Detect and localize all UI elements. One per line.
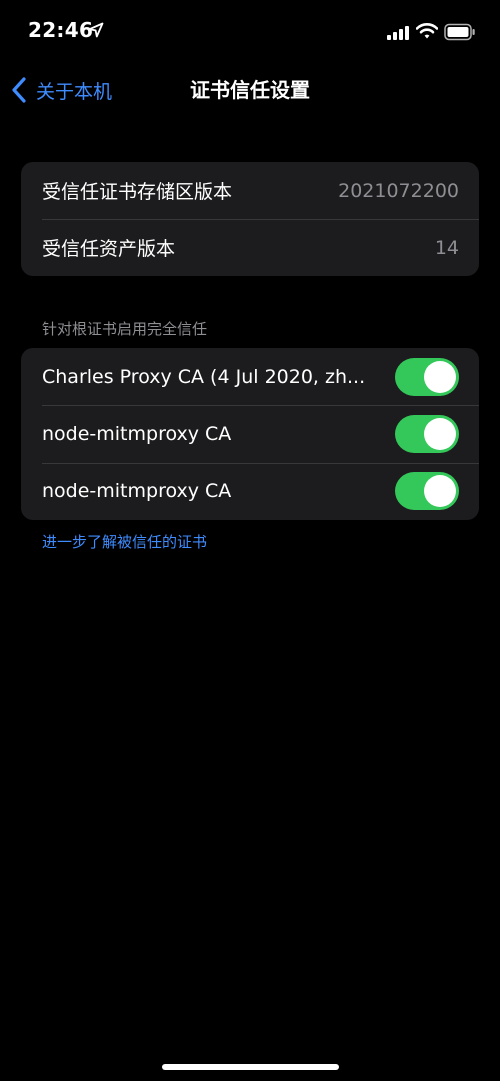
trust-asset-version-row: 受信任资产版本 14 [21,219,479,276]
certificate-trust-toggle[interactable] [395,357,459,396]
certificate-row: Charles Proxy CA (4 Jul 2020, zh... [21,348,479,405]
trust-asset-version-label: 受信任资产版本 [42,238,176,260]
certificate-row: node-mitmproxy CA [21,405,479,462]
certificate-trust-toggle[interactable] [395,414,459,453]
status-bar: 22:46 [0,0,500,64]
toggle-knob [424,475,456,508]
certificate-name: Charles Proxy CA (4 Jul 2020, zh... [42,365,366,388]
trust-store-info-group: 受信任证书存储区版本 2021072200 受信任资产版本 14 [21,162,479,276]
trust-store-version-value: 2021072200 [338,179,459,202]
trust-asset-version-value: 14 [434,236,459,259]
cellular-signal-icon [387,26,409,40]
toggle-knob [424,360,456,393]
battery-icon [444,23,475,41]
toggle-knob [424,417,456,450]
certificate-row: node-mitmproxy CA [21,462,479,520]
status-time: 22:46 [28,18,94,42]
certificate-trust-toggle[interactable] [395,472,459,511]
learn-more-link[interactable]: 进一步了解被信任的证书 [42,531,207,552]
location-arrow-icon [88,22,104,38]
trust-store-version-row: 受信任证书存储区版本 2021072200 [21,162,479,219]
section-header: 针对根证书启用完全信任 [42,320,208,338]
trust-store-version-label: 受信任证书存储区版本 [42,181,233,203]
certificate-name: node-mitmproxy CA [42,480,232,503]
certificate-name: node-mitmproxy CA [42,422,232,445]
home-indicator[interactable] [162,1064,339,1070]
certificate-trust-group: Charles Proxy CA (4 Jul 2020, zh... node… [21,348,479,520]
wifi-icon [416,23,438,39]
page-title: 证书信任设置 [190,78,310,102]
